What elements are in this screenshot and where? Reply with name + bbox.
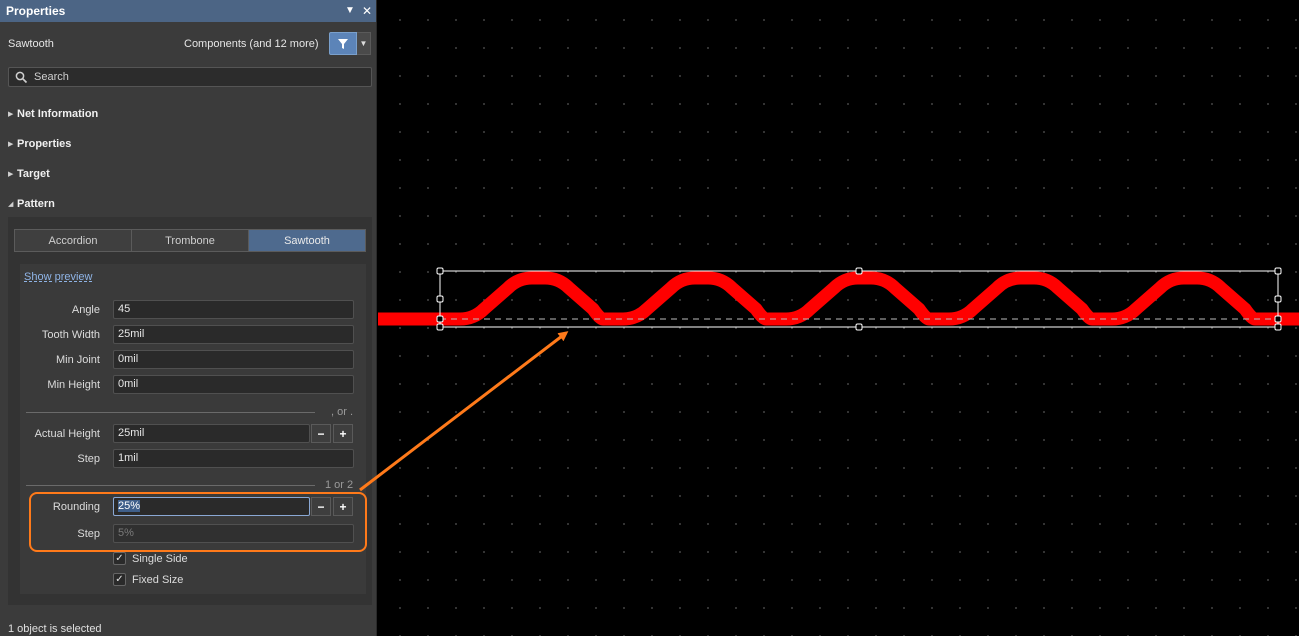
filter-icon [338, 38, 348, 49]
show-preview-link[interactable]: Show preview [24, 271, 92, 283]
status-bar-text: 1 object is selected [8, 623, 102, 635]
section-label: Target [17, 168, 50, 180]
actual-height-field[interactable]: 25mil [113, 424, 310, 443]
filter-button[interactable] [329, 32, 357, 55]
section-pattern[interactable]: ◢ Pattern [8, 196, 55, 212]
angle-label: Angle [71, 304, 100, 316]
section-net-information[interactable]: ▶ Net Information [8, 106, 98, 122]
min-height-field[interactable]: 0mil [113, 375, 354, 394]
rounding-step-label: Step [77, 528, 100, 540]
rounding-step-field[interactable]: 5% [113, 524, 354, 543]
filter-dropdown-chevron-down-icon[interactable]: ▼ [357, 32, 371, 55]
decrement-button[interactable]: − [311, 497, 331, 516]
increment-button[interactable]: + [333, 424, 353, 443]
expand-triangle-icon: ▶ [8, 141, 14, 148]
search-placeholder: Search [34, 71, 69, 83]
section-label: Net Information [17, 108, 99, 120]
panel-menu-chevron-down-icon[interactable]: ▼ [343, 3, 357, 19]
rounding-value: 25% [118, 500, 141, 512]
min-joint-field[interactable]: 0mil [113, 350, 354, 369]
collapse-triangle-icon: ◢ [8, 201, 14, 208]
panel-titlebar: Properties ▼ ✕ [0, 0, 376, 22]
pattern-tabs: Accordion Trombone Sawtooth [14, 229, 366, 252]
tooth-width-field[interactable]: 25mil [113, 325, 354, 344]
decrement-button[interactable]: − [311, 424, 331, 443]
properties-panel: Properties ▼ ✕ Sawtooth Components (and … [0, 0, 377, 636]
search-icon [15, 71, 28, 84]
rounding-stepper: − + [311, 497, 353, 516]
angle-field[interactable]: 45 [113, 300, 354, 319]
actual-height-stepper: − + [311, 424, 353, 443]
fixed-size-label: Fixed Size [132, 574, 184, 586]
actual-height-label: Actual Height [34, 428, 100, 440]
tab-trombone[interactable]: Trombone [132, 230, 249, 251]
fixed-size-checkbox[interactable]: ✓ [113, 573, 126, 586]
panel-close-icon[interactable]: ✕ [360, 3, 374, 19]
rounding-label: Rounding [52, 501, 100, 513]
tooth-width-label: Tooth Width [41, 329, 100, 341]
pcb-canvas[interactable] [378, 0, 1299, 636]
separator-or-text: , or . [331, 406, 354, 418]
expand-triangle-icon: ▶ [8, 111, 14, 118]
height-step-field[interactable]: 1mil [113, 449, 354, 468]
tab-sawtooth[interactable]: Sawtooth [249, 230, 365, 251]
single-side-label: Single Side [132, 553, 188, 565]
section-target[interactable]: ▶ Target [8, 166, 50, 182]
section-label: Pattern [17, 198, 55, 210]
filter-summary: Components (and 12 more) [184, 38, 319, 50]
search-input[interactable]: Search [8, 67, 372, 87]
expand-triangle-icon: ▶ [8, 171, 14, 178]
section-label: Properties [17, 138, 72, 150]
separator [26, 485, 315, 486]
separator-one-or-two-text: 1 or 2 [325, 479, 354, 491]
height-step-label: Step [77, 453, 100, 465]
min-height-label: Min Height [47, 379, 100, 391]
section-properties[interactable]: ▶ Properties [8, 136, 71, 152]
separator [26, 412, 315, 413]
selection-name: Sawtooth [8, 38, 54, 50]
single-side-checkbox[interactable]: ✓ [113, 552, 126, 565]
increment-button[interactable]: + [333, 497, 353, 516]
rounding-field[interactable]: 25% [113, 497, 310, 516]
min-joint-label: Min Joint [55, 354, 100, 366]
tab-accordion[interactable]: Accordion [15, 230, 132, 251]
panel-title: Properties [6, 4, 66, 18]
